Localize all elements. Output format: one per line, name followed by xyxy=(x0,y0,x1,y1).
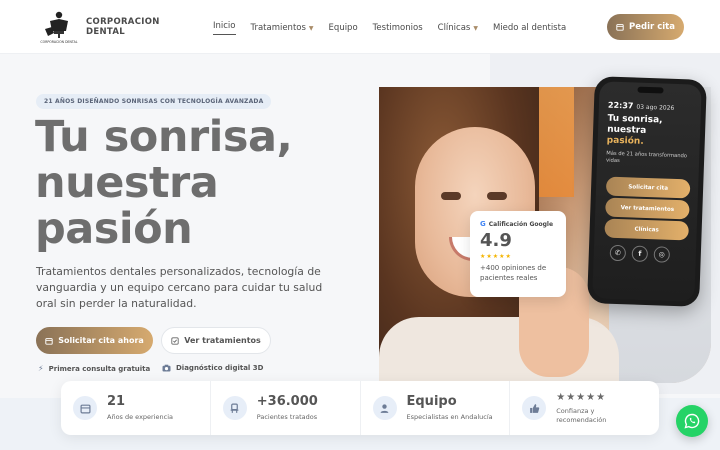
phone-mockup: 22:37 03 ago 2026 Tu sonrisa, nuestra pas… xyxy=(587,76,707,307)
hero-title: Tu sonrisa, nuestra pasión xyxy=(35,114,355,252)
feature-label: Primera consulta gratuita xyxy=(48,364,151,373)
phone-clock: 22:37 03 ago 2026 xyxy=(608,101,675,112)
facebook-icon[interactable]: f xyxy=(631,245,649,263)
request-appointment-label: Solicitar cita ahora xyxy=(58,336,144,345)
google-rating-score: 4.9 xyxy=(480,230,512,251)
phone-request-appointment-button[interactable]: Solicitar cita xyxy=(605,176,691,199)
photo-eye xyxy=(441,192,461,200)
request-appointment-button[interactable]: Solicitar cita ahora xyxy=(36,327,153,354)
phone-date: 03 ago 2026 xyxy=(636,103,675,112)
calendar-icon xyxy=(73,396,97,420)
calendar-icon xyxy=(616,24,624,31)
logo-icon[interactable]: CORPORACION DENTAL xyxy=(40,9,78,45)
brand-name-line1: CORPORACION xyxy=(86,17,160,27)
phone-notch xyxy=(637,86,664,94)
site-header: CORPORACION DENTAL CORPORACION DENTAL In… xyxy=(0,0,720,54)
nav-item-clinicas[interactable]: Clínicas ▼ xyxy=(438,21,478,35)
brand-name[interactable]: CORPORACION DENTAL xyxy=(86,17,160,37)
phone-time: 22:37 xyxy=(607,100,634,111)
hero-title-line: Tu sonrisa, xyxy=(35,112,293,162)
thumbs-up-icon xyxy=(522,396,547,420)
stat-label: Pacientes tratados xyxy=(256,413,318,421)
chevron-down-icon: ▼ xyxy=(473,24,478,32)
user-icon xyxy=(372,396,397,420)
stat-team: Equipo Especialistas en Andalucía xyxy=(361,381,511,435)
stat-years: 21 Años de experiencia xyxy=(61,381,211,435)
book-appointment-button[interactable]: Pedir cita xyxy=(607,14,684,40)
whatsapp-float-button[interactable] xyxy=(676,405,708,437)
phone-view-treatments-button[interactable]: Ver tratamientos xyxy=(605,197,690,220)
phone-headline-line: pasión. xyxy=(606,135,644,147)
brand-name-line2: DENTAL xyxy=(86,27,125,37)
stat-label: Confianza y recomendación xyxy=(556,406,607,424)
instagram-icon[interactable]: ◎ xyxy=(653,246,671,263)
stat-trust: ★★★★★ Confianza y recomendación xyxy=(510,381,659,435)
nav-label: Equipo xyxy=(328,23,358,33)
camera-icon xyxy=(162,364,171,372)
nav-item-equipo[interactable]: Equipo xyxy=(329,21,358,35)
chevron-down-icon: ▼ xyxy=(308,24,314,32)
stats-bar: 21 Años de experiencia +36.000 Pacientes… xyxy=(61,381,659,435)
google-rating-card: G Calificación Google 4.9 ★★★★★ +400 opi… xyxy=(470,211,566,297)
feature-free-consultation: ⚡ Primera consulta gratuita xyxy=(38,364,150,373)
whatsapp-icon[interactable]: ✆ xyxy=(609,244,627,262)
lightning-icon: ⚡ xyxy=(38,364,44,373)
logo-tagline: CORPORACION DENTAL xyxy=(40,40,77,44)
whatsapp-icon xyxy=(684,413,700,429)
main-nav: Inicio Tratamientos ▼ Equipo Testimonios … xyxy=(213,21,581,35)
dental-chair-icon xyxy=(222,396,247,420)
view-treatments-label: Ver tratamientos xyxy=(184,336,261,345)
hero-description: Tratamientos dentales personalizados, te… xyxy=(36,265,323,310)
nav-label: Tratamientos xyxy=(250,23,306,33)
stat-patients: +36.000 Pacientes tratados xyxy=(211,381,361,435)
book-appointment-label: Pedir cita xyxy=(629,22,675,32)
nav-item-miedo-al-dentista[interactable]: Miedo al dentista xyxy=(493,21,566,35)
stat-label: Especialistas en Andalucía xyxy=(406,413,493,421)
nav-item-inicio[interactable]: Inicio xyxy=(213,21,236,35)
google-icon: G xyxy=(480,220,486,228)
stat-label: Años de experiencia xyxy=(107,413,174,421)
phone-clinics-button[interactable]: Clínicas xyxy=(604,218,689,241)
feature-label: Diagnóstico digital 3D xyxy=(176,364,264,372)
google-rating-stars: ★★★★★ xyxy=(480,253,512,260)
checkbox-icon xyxy=(171,336,179,345)
phone-screen: 22:37 03 ago 2026 Tu sonrisa, nuestra pas… xyxy=(592,81,702,302)
google-rating-reviews: +400 opiniones de pacientes reales xyxy=(480,264,547,282)
nav-item-tratamientos[interactable]: Tratamientos ▼ xyxy=(251,21,314,35)
google-rating-label: Calificación Google xyxy=(488,220,554,228)
stat-value: 21 xyxy=(107,394,126,409)
phone-subtext: Más de 21 años transformando vidas xyxy=(605,150,688,165)
nav-label: Testimonios xyxy=(372,23,423,33)
feature-3d-diagnosis: Diagnóstico digital 3D xyxy=(162,364,263,372)
nav-label: Miedo al dentista xyxy=(492,23,567,33)
nav-item-testimonios[interactable]: Testimonios xyxy=(373,21,423,35)
hero-eyebrow-badge: 21 AÑOS DISEÑANDO SONRISAS CON TECNOLOGÍ… xyxy=(36,94,272,109)
hero-title-line: nuestra xyxy=(35,158,219,208)
nav-label: Clínicas xyxy=(437,23,471,33)
google-rating-title: G Calificación Google xyxy=(480,220,556,228)
phone-headline: Tu sonrisa, nuestra pasión. xyxy=(607,114,663,149)
photo-eye xyxy=(487,192,507,200)
hero-title-line: pasión xyxy=(35,204,193,254)
nav-label: Inicio xyxy=(213,21,236,31)
stat-value: Equipo xyxy=(406,394,457,409)
calendar-icon xyxy=(45,337,53,345)
stat-value: +36.000 xyxy=(256,394,318,409)
view-treatments-button[interactable]: Ver tratamientos xyxy=(161,327,271,354)
stat-stars: ★★★★★ xyxy=(556,391,607,403)
